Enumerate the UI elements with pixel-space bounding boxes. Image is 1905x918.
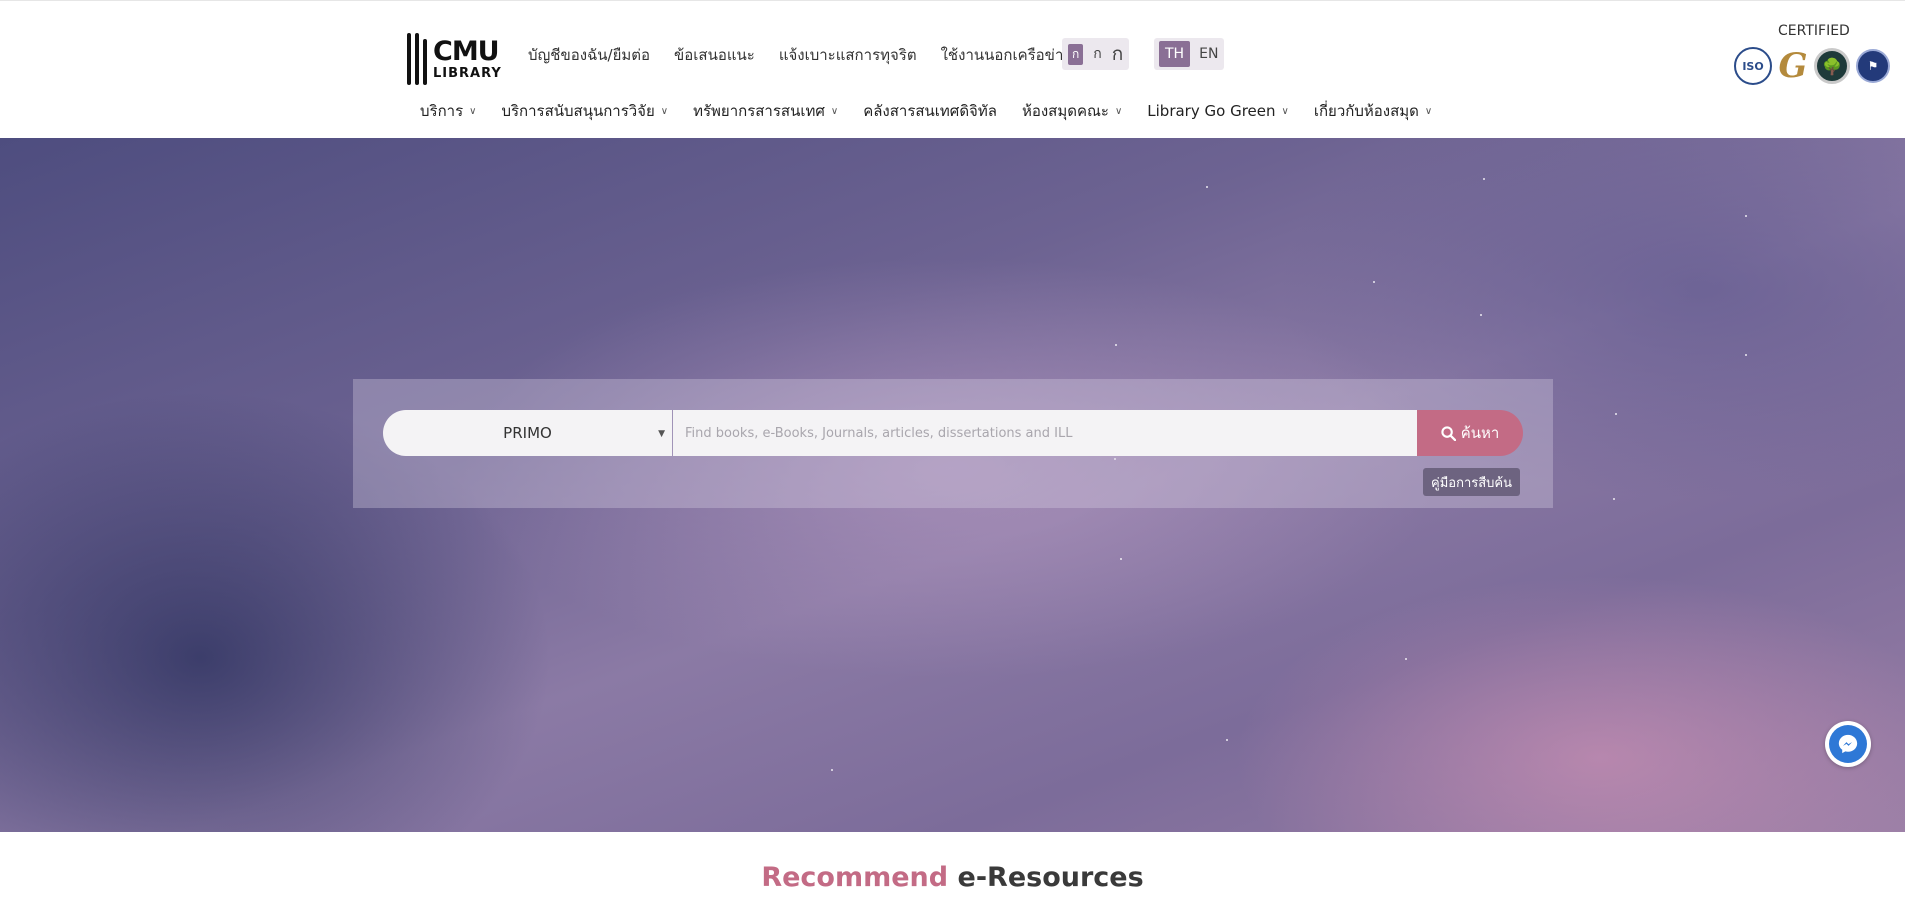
search-icon bbox=[1441, 425, 1456, 441]
report-corruption-link[interactable]: แจ้งเบาะแสการทุจริต bbox=[779, 43, 917, 67]
certified-label: CERTIFIED bbox=[1778, 23, 1850, 39]
my-account-link[interactable]: บัญชีของฉัน/ยืมต่อ bbox=[528, 43, 650, 67]
heading-rest: e-Resources bbox=[957, 862, 1144, 893]
certification-badges: ISO G 🌳 ⚑ bbox=[1734, 46, 1890, 86]
language-toggle: TH EN bbox=[1154, 38, 1225, 70]
nav-label: ทรัพยากรสารสนเทศ bbox=[693, 102, 825, 120]
heading-accent: Recommend bbox=[761, 862, 949, 893]
lang-th-button[interactable]: TH bbox=[1159, 41, 1191, 67]
nav-services[interactable]: บริการ ∨ bbox=[420, 99, 476, 123]
main-nav: บริการ ∨ บริการสนับสนุนการวิจัย ∨ ทรัพยา… bbox=[420, 99, 1432, 123]
recommend-e-resources-heading: Recommend e-Resources bbox=[0, 862, 1905, 893]
font-size-medium-button[interactable]: ก bbox=[1093, 43, 1101, 65]
green-office-badge-icon[interactable]: 🌳 bbox=[1814, 48, 1850, 84]
search-source-select[interactable]: PRIMO ▼ bbox=[383, 410, 672, 456]
iso-badge-icon[interactable]: ISO bbox=[1734, 47, 1772, 85]
logo-bars-icon bbox=[407, 33, 427, 85]
top-links: บัญชีของฉัน/ยืมต่อ ข้อเสนอแนะ แจ้งเบาะแส… bbox=[528, 43, 1072, 67]
caret-down-icon: ▼ bbox=[658, 429, 665, 439]
search-input[interactable] bbox=[673, 410, 1417, 456]
nav-label: บริการสนับสนุนการวิจัย bbox=[501, 102, 655, 120]
nav-research-support[interactable]: บริการสนับสนุนการวิจัย ∨ bbox=[501, 99, 668, 123]
font-size-toggle: ก ก ก bbox=[1062, 38, 1130, 70]
chevron-down-icon: ∨ bbox=[660, 105, 669, 117]
search-button-label: ค้นหา bbox=[1460, 424, 1500, 442]
search-guide-link[interactable]: คู่มือการสืบค้น bbox=[1423, 468, 1520, 496]
site-header: CMU LIBRARY บัญชีของฉัน/ยืมต่อ ข้อเสนอแน… bbox=[0, 0, 1905, 138]
logo-text: CMU LIBRARY bbox=[433, 38, 502, 80]
logo-line1: CMU bbox=[433, 36, 500, 67]
messenger-icon bbox=[1829, 725, 1867, 763]
chevron-down-icon: ∨ bbox=[1114, 105, 1123, 117]
cmu-library-logo[interactable]: CMU LIBRARY bbox=[407, 31, 511, 87]
crest-badge-icon[interactable]: ⚑ bbox=[1856, 49, 1890, 83]
chevron-down-icon: ∨ bbox=[469, 105, 477, 117]
font-size-large-button[interactable]: ก bbox=[1112, 39, 1124, 69]
lang-en-button[interactable]: EN bbox=[1199, 46, 1218, 62]
messenger-chat-button[interactable] bbox=[1825, 721, 1871, 767]
g-badge-icon[interactable]: G bbox=[1778, 46, 1808, 86]
chevron-down-icon: ∨ bbox=[1281, 105, 1289, 117]
nav-label: ห้องสมุดคณะ bbox=[1021, 102, 1109, 120]
chevron-down-icon: ∨ bbox=[1424, 105, 1433, 117]
nav-information-resources[interactable]: ทรัพยากรสารสนเทศ ∨ bbox=[693, 99, 838, 123]
off-campus-access-link[interactable]: ใช้งานนอกเครือข่าย bbox=[941, 43, 1073, 67]
nav-label: บริการ bbox=[420, 102, 464, 120]
feedback-link[interactable]: ข้อเสนอแนะ bbox=[674, 43, 755, 67]
nav-label: เกี่ยวกับห้องสมุด bbox=[1313, 102, 1419, 120]
nav-label: คลังสารสนเทศดิจิทัล bbox=[863, 102, 997, 120]
nav-digital-repository[interactable]: คลังสารสนเทศดิจิทัล bbox=[863, 99, 997, 123]
font-size-small-button[interactable]: ก bbox=[1068, 43, 1084, 65]
nav-about-library[interactable]: เกี่ยวกับห้องสมุด ∨ bbox=[1314, 99, 1432, 123]
nav-label: Library Go Green bbox=[1147, 102, 1276, 120]
nav-faculty-libraries[interactable]: ห้องสมุดคณะ ∨ bbox=[1022, 99, 1122, 123]
search-button[interactable]: ค้นหา bbox=[1417, 410, 1523, 456]
nav-library-go-green[interactable]: Library Go Green ∨ bbox=[1147, 99, 1289, 123]
chevron-down-icon: ∨ bbox=[830, 105, 839, 117]
search-source-value: PRIMO bbox=[503, 424, 552, 442]
logo-line2: LIBRARY bbox=[433, 66, 502, 81]
